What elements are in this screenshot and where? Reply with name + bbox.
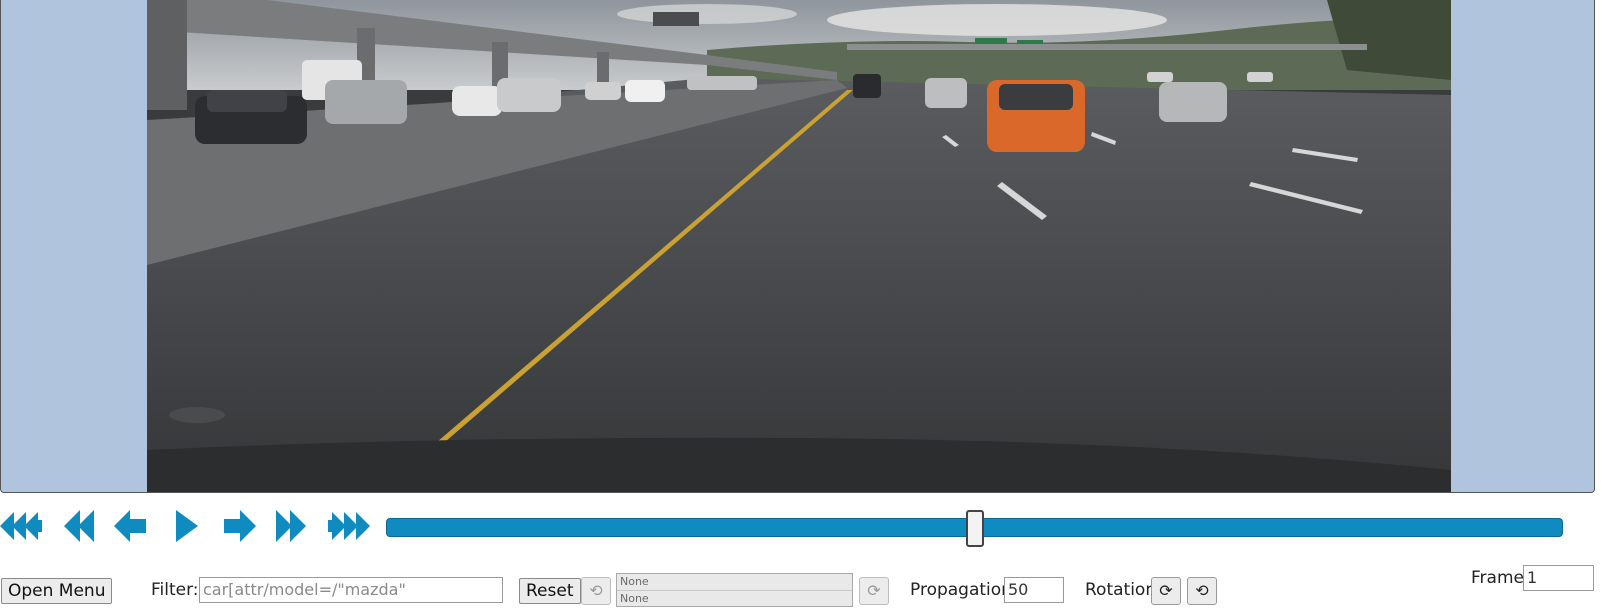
frame-slider[interactable]	[386, 510, 1563, 547]
rotate-counterclockwise-icon: ⟲	[1195, 581, 1209, 600]
first-frame-button[interactable]	[0, 508, 48, 544]
propagation-label: Propagation	[910, 580, 1012, 600]
rotate-clockwise-button[interactable]: ⟳	[1151, 577, 1181, 605]
propagation-input[interactable]: 50	[1004, 577, 1064, 603]
history-item[interactable]: None	[617, 591, 852, 607]
history-item[interactable]: None	[617, 574, 852, 591]
play-icon	[176, 510, 198, 542]
annotation-canvas[interactable]	[0, 0, 1595, 493]
open-menu-button[interactable]: Open Menu	[1, 578, 113, 604]
double-left-arrow-icon	[64, 510, 94, 542]
reset-button[interactable]: Reset	[519, 578, 581, 604]
double-right-arrow-icon	[276, 510, 306, 542]
triple-right-arrow-icon	[328, 512, 370, 540]
player-controls	[0, 505, 1603, 547]
play-button[interactable]	[170, 508, 218, 544]
right-arrow-icon	[224, 510, 256, 542]
rotate-clockwise-icon: ⟳	[1159, 581, 1173, 600]
slider-thumb[interactable]	[965, 510, 984, 547]
undo-icon: ⟲	[589, 581, 603, 600]
triple-left-arrow-icon	[0, 512, 42, 540]
previous-frame-button[interactable]	[112, 508, 160, 544]
filter-label: Filter:	[151, 580, 199, 600]
frame-label: Frame	[1471, 568, 1524, 588]
next-frame-button[interactable]	[222, 508, 270, 544]
rotation-label: Rotation	[1085, 580, 1157, 600]
redo-button[interactable]: ⟳	[859, 577, 889, 605]
next-chunk-button[interactable]	[274, 508, 322, 544]
history-list[interactable]: None None	[616, 573, 853, 607]
rotate-counterclockwise-button[interactable]: ⟲	[1187, 577, 1217, 605]
redo-icon: ⟳	[867, 581, 881, 600]
last-frame-button[interactable]	[328, 508, 376, 544]
frame-number-input[interactable]: 1	[1523, 565, 1594, 591]
bottom-toolbar: Open Menu Filter: car[attr/model=/"mazda…	[0, 560, 1603, 615]
undo-button[interactable]: ⟲	[581, 577, 611, 605]
video-frame[interactable]	[147, 0, 1451, 492]
filter-input[interactable]: car[attr/model=/"mazda"	[199, 577, 503, 603]
previous-chunk-button[interactable]	[62, 508, 110, 544]
left-arrow-icon	[114, 510, 146, 542]
